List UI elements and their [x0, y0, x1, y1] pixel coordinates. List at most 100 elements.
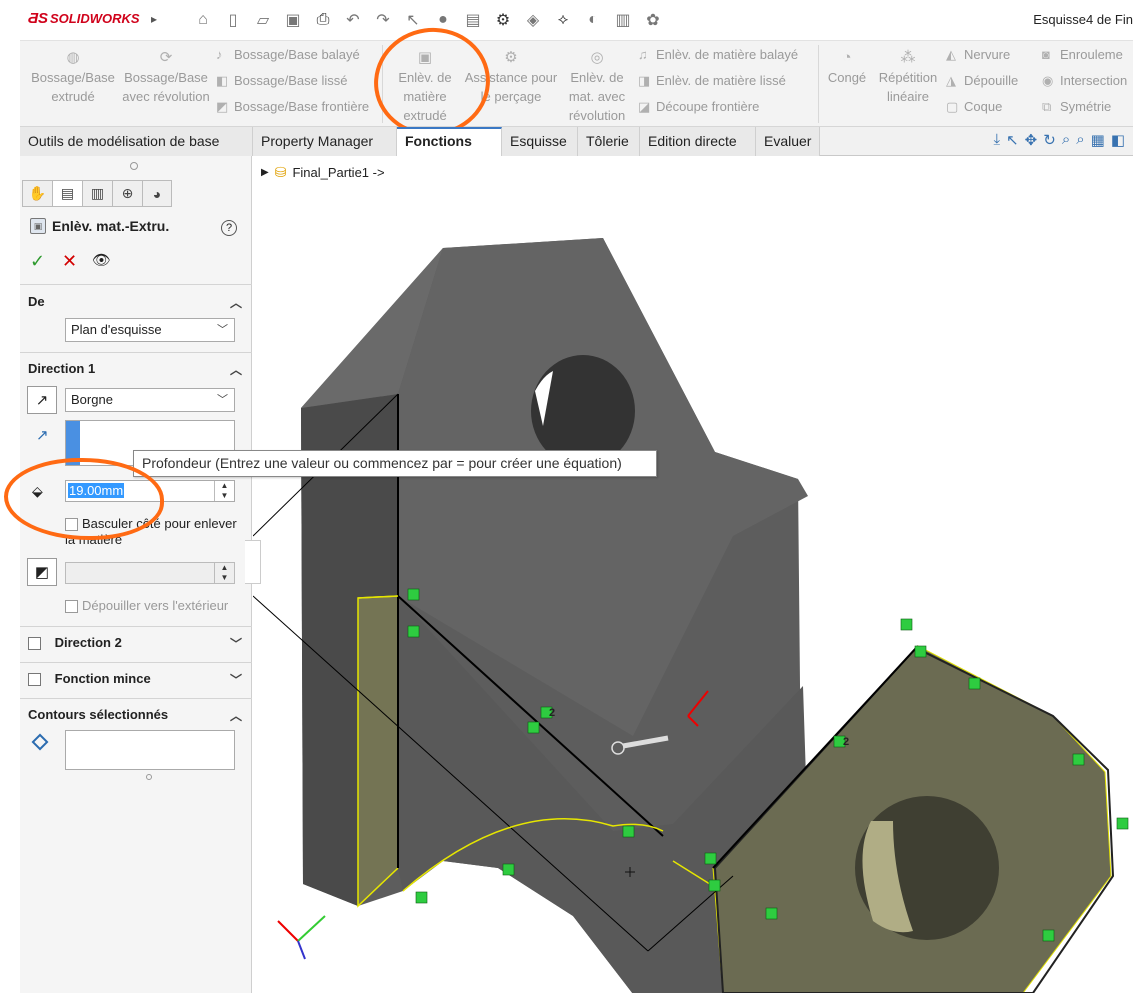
save-icon[interactable]: ▣ [280, 8, 306, 32]
display-style-icon[interactable]: ◧ [1111, 131, 1125, 149]
ok-check-icon[interactable]: ✓ [30, 251, 45, 272]
panel-collapse-handle[interactable] [245, 540, 261, 584]
boundary-cut-icon: ◪ [638, 99, 651, 114]
cancel-x-icon[interactable]: ✕ [62, 251, 77, 272]
mate-icon[interactable]: ⟡ [550, 8, 576, 32]
print-icon[interactable]: ⎙ [310, 8, 336, 32]
view-settings-icon[interactable]: ◈ [520, 8, 546, 32]
depth-spinner[interactable]: ▲ ▼ [214, 481, 234, 501]
tab-direct-editing[interactable]: Edition directe [640, 127, 756, 156]
file-properties-icon[interactable]: ▤ [460, 8, 486, 32]
help-icon[interactable]: ? [221, 220, 237, 236]
feature-manager-tab-icon[interactable]: ✋ [22, 180, 52, 207]
rib-button[interactable]: ◭ Nervure [946, 47, 1010, 63]
dimxpert-tab-icon[interactable]: ⊕ [112, 180, 142, 207]
select-arrow-icon[interactable]: ↖ [1006, 131, 1019, 149]
chevron-up-icon[interactable]: ︿ [230, 707, 242, 724]
book-icon[interactable]: ▥ [610, 8, 636, 32]
undo-icon[interactable]: ↶ [340, 8, 366, 32]
boundary-cut-button[interactable]: ◪ Découpe frontière [638, 99, 759, 115]
end-condition-select[interactable]: Borgne ﹀ [65, 388, 235, 412]
tab-evaluate[interactable]: Evaluer [756, 127, 820, 156]
tab-sheet-metal[interactable]: Tôlerie [578, 127, 640, 156]
boundary-boss-button[interactable]: ◩ Bossage/Base frontière [216, 99, 369, 115]
linear-pattern-icon: ⁂ [900, 49, 916, 66]
from-select[interactable]: Plan d'esquisse ﹀ [65, 318, 235, 342]
simulation-icon[interactable]: ✿ [640, 8, 666, 32]
tab-property-manager[interactable]: Property Manager [253, 127, 397, 156]
zoom-area-icon[interactable]: ⌕ [1076, 131, 1084, 149]
cut-revolve-button[interactable]: ◎ Enlèv. de mat. avec révolution [560, 49, 634, 125]
section-thin-feature-header[interactable]: Fonction mince ﹀ [28, 671, 246, 695]
open-icon[interactable]: ▱ [250, 8, 276, 32]
tab-features[interactable]: Fonctions [397, 127, 502, 156]
section-direction1-header[interactable]: Direction 1 ︿ [28, 361, 246, 385]
appearance-icon[interactable]: ◐ [580, 8, 606, 32]
property-manager-tab-icon[interactable]: ▤ [52, 180, 82, 207]
command-manager-tabs: Outils de modélisation de base Property … [20, 127, 1133, 156]
draft-angle-input[interactable]: ▲ ▼ [65, 562, 235, 584]
draft-toggle-button[interactable]: ◩ [27, 558, 57, 586]
zoom-to-fit-icon[interactable]: ⤓ [993, 131, 1000, 149]
redo-icon[interactable]: ↷ [370, 8, 396, 32]
chevron-up-icon[interactable]: ︿ [230, 361, 242, 378]
feature-tree-flyout[interactable]: ▶ ⛁ Final_Partie1 -> [261, 164, 385, 181]
boundary-boss-icon: ◩ [216, 99, 229, 114]
new-document-icon[interactable]: ▯ [220, 8, 246, 32]
chevron-up-icon[interactable]: ︿ [230, 294, 242, 311]
section-selected-contours-header[interactable]: Contours sélectionnés ︿ [28, 707, 246, 731]
fillet-icon: ◔ [842, 49, 852, 66]
tab-sketch[interactable]: Esquisse [502, 127, 578, 156]
divider [20, 698, 252, 699]
divider [20, 284, 252, 285]
depth-tooltip: Profondeur (Entrez une valeur ou commenc… [133, 450, 657, 477]
tab-basic-modeling[interactable]: Outils de modélisation de base [20, 127, 253, 156]
selected-contours-listbox[interactable] [65, 730, 235, 770]
rotate-icon[interactable]: ↻ [1043, 131, 1056, 149]
boss-revolve-button[interactable]: ⟳ Bossage/Base avec révolution [122, 49, 210, 106]
home-icon[interactable]: ⌂ [190, 8, 216, 32]
preview-eye-icon[interactable]: 👁 [92, 251, 111, 269]
draft-outward-checkbox[interactable]: Dépouiller vers l'extérieur [65, 598, 228, 614]
options-gear-icon[interactable]: ⚙ [490, 8, 516, 32]
solidworks-logo[interactable]: ƋS SOLIDWORKS [28, 10, 140, 27]
draft-spinner[interactable]: ▲ ▼ [214, 563, 234, 583]
section-from-header[interactable]: De ︿ [28, 294, 246, 318]
draft-button[interactable]: ◮ Dépouille [946, 73, 1018, 89]
display-manager-tab-icon[interactable]: ◕ [142, 180, 172, 207]
boss-extrude-button[interactable]: ◍ Bossage/Base extrudé [28, 49, 118, 106]
pan-icon[interactable]: ✥ [1025, 131, 1038, 149]
thin-feature-checkbox[interactable] [28, 673, 41, 687]
intersect-button[interactable]: ◉ Intersection [1042, 73, 1127, 89]
fillet-button[interactable]: ◔ Congé [822, 49, 872, 87]
chevron-down-icon[interactable]: ﹀ [230, 671, 242, 688]
lofted-cut-button[interactable]: ◨ Enlèv. de matière lissé [638, 73, 786, 89]
shell-button[interactable]: ▢ Coque [946, 99, 1002, 115]
linear-pattern-button[interactable]: ⁂ Répétition linéaire [874, 49, 942, 106]
wrap-button[interactable]: ◙ Enrouleme [1042, 47, 1123, 62]
mirror-button[interactable]: ⧉ Symétrie [1042, 99, 1111, 115]
reverse-direction-button[interactable]: ↗ [27, 386, 57, 414]
cut-revolve-icon: ◎ [590, 49, 604, 66]
view-orientation-icon[interactable]: ▦ [1091, 131, 1105, 149]
rib-icon: ◭ [946, 47, 956, 62]
manager-tabs: ✋ ▤ ▥ ⊕ ◕ [22, 180, 172, 207]
panel-resize-handle[interactable] [130, 162, 138, 170]
contours-icon [31, 733, 49, 751]
checkbox[interactable] [65, 600, 78, 614]
lofted-boss-button[interactable]: ◧ Bossage/Base lissé [216, 73, 347, 89]
mirror-icon: ⧉ [1042, 99, 1052, 114]
graphics-area[interactable]: 2 2 ▶ ⛁ Final_Partie1 -> [253, 156, 1133, 993]
3d-model-view[interactable] [253, 156, 1133, 993]
expand-arrow-icon[interactable]: ▶ [261, 167, 269, 178]
section-direction2-header[interactable]: Direction 2 ﹀ [28, 635, 246, 659]
chevron-down-icon[interactable]: ﹀ [230, 635, 242, 652]
direction2-checkbox[interactable] [28, 637, 41, 651]
cut-extrude-icon: ▣ [30, 218, 46, 234]
configuration-manager-tab-icon[interactable]: ▥ [82, 180, 112, 207]
resize-handle[interactable] [146, 774, 152, 780]
zoom-icon[interactable]: ⌕ [1062, 131, 1070, 149]
swept-cut-button[interactable]: ♫ Enlèv. de matière balayé [638, 47, 798, 62]
swept-boss-button[interactable]: ♪ Bossage/Base balayé [216, 47, 360, 62]
chevron-right-icon[interactable]: ▸ [151, 12, 157, 26]
